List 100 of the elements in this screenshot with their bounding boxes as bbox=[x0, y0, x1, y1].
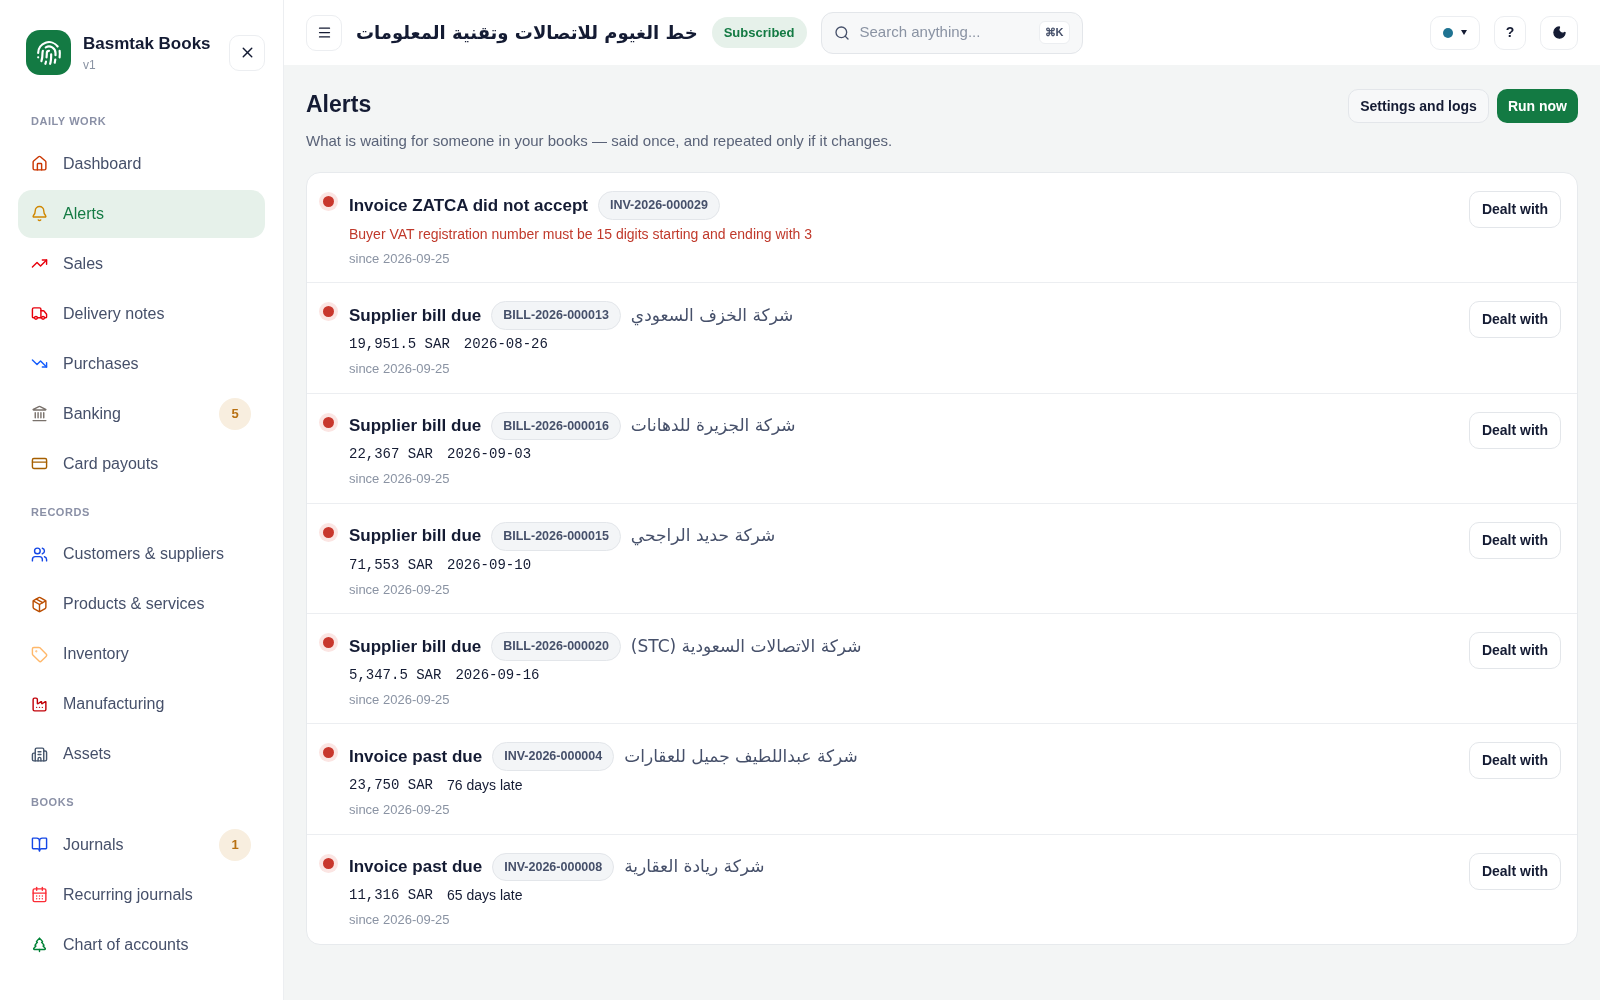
factory-icon bbox=[31, 695, 48, 713]
search-bar[interactable]: Search anything... ⌘K bbox=[820, 11, 1083, 54]
nav-item[interactable]: Chart of accounts bbox=[18, 920, 265, 969]
since-date: since 2026-09-25 bbox=[349, 249, 451, 268]
section-heading: DAILY WORK bbox=[30, 114, 108, 129]
days-late: 76 days late bbox=[447, 776, 523, 795]
alert-title: Invoice past due bbox=[349, 745, 483, 768]
app-version: v1 bbox=[83, 57, 97, 75]
alert-title: Invoice ZATCA did not accept bbox=[349, 194, 588, 217]
nav-item[interactable]: Purchases bbox=[18, 339, 265, 388]
since-date: since 2026-09-25 bbox=[349, 690, 451, 709]
due-date: 2026-09-16 bbox=[455, 665, 540, 685]
page-subtitle: What is waiting for someone in your books — said once, and repeated only if it changes. bbox=[306, 130, 894, 151]
truck-icon bbox=[31, 305, 48, 322]
alert-title: Supplier bill due bbox=[349, 635, 482, 658]
nav-item[interactable]: Card payouts bbox=[18, 439, 265, 488]
nav-item[interactable]: Banking 5 bbox=[18, 389, 265, 438]
due-date: 2026-09-03 bbox=[447, 445, 532, 465]
nav-item[interactable]: Recurring journals bbox=[18, 870, 265, 919]
amount: 11,316 SAR bbox=[349, 886, 433, 906]
amount: 5,347.5 SAR bbox=[349, 665, 442, 685]
amount: 71,553 SAR bbox=[349, 555, 433, 575]
document-number[interactable]: BILL-2026-000020 bbox=[491, 632, 621, 661]
since-date: since 2026-09-25 bbox=[349, 470, 451, 489]
count-badge: 1 bbox=[219, 828, 251, 861]
document-number[interactable]: INV-2026-000004 bbox=[492, 742, 615, 771]
company-name: خط الغيوم للاتصالات وتقنية المعلومات bbox=[356, 21, 698, 46]
nav-item[interactable]: Journals 1 bbox=[18, 820, 265, 869]
dealt-with-button[interactable]: Dealt with bbox=[1468, 632, 1561, 669]
search-icon bbox=[833, 24, 850, 41]
party-name: شركة حديد الراجحي bbox=[630, 524, 776, 548]
nav-item[interactable]: Assets bbox=[18, 730, 265, 778]
error-message: Buyer VAT registration number must be 15 digits starting and ending with 3 bbox=[349, 224, 814, 244]
dealt-with-button[interactable]: Dealt with bbox=[1468, 301, 1561, 339]
book-icon bbox=[31, 836, 48, 853]
document-number[interactable]: BILL-2026-000015 bbox=[491, 521, 621, 551]
alert-title: Supplier bill due bbox=[349, 304, 482, 327]
days-late: 65 days late bbox=[447, 886, 523, 906]
people-icon bbox=[31, 545, 48, 563]
app-name: Basmtak Books bbox=[83, 32, 212, 55]
nav-item[interactable]: Alerts bbox=[18, 189, 265, 238]
building-icon bbox=[31, 745, 48, 763]
amount: 23,750 SAR bbox=[349, 776, 433, 795]
due-date: 2026-09-10 bbox=[447, 555, 532, 575]
plan-badge: Subscribed bbox=[711, 16, 807, 49]
theme-toggle[interactable] bbox=[1540, 15, 1578, 50]
dealt-with-button[interactable]: Dealt with bbox=[1468, 411, 1561, 449]
dealt-with-button[interactable]: Dealt with bbox=[1468, 191, 1561, 228]
party-name: شركة الخزف السعودي bbox=[630, 303, 794, 328]
status-dropdown[interactable] bbox=[1430, 15, 1480, 50]
tag-icon bbox=[31, 645, 48, 663]
nav-item[interactable]: Inventory bbox=[18, 630, 265, 678]
due-date: 2026-08-26 bbox=[463, 335, 548, 354]
document-number[interactable]: INV-2026-000008 bbox=[492, 852, 615, 882]
moon-icon bbox=[1551, 25, 1567, 40]
package-icon bbox=[31, 595, 48, 613]
card-icon bbox=[31, 455, 48, 472]
amount: 19,951.5 SAR bbox=[349, 335, 450, 354]
since-date: since 2026-09-25 bbox=[349, 801, 451, 819]
shortcut-hint: ⌘K bbox=[1038, 21, 1070, 44]
nav-item[interactable]: Sales bbox=[18, 239, 265, 288]
menu-button[interactable] bbox=[306, 14, 342, 51]
tree-icon bbox=[31, 936, 48, 953]
house-icon bbox=[31, 155, 48, 172]
alert-title: Supplier bill due bbox=[349, 525, 482, 548]
calendar-icon bbox=[31, 886, 48, 903]
party-name: شركة عبداللطيف جميل للعقارات bbox=[624, 744, 858, 768]
close-button[interactable] bbox=[229, 34, 265, 71]
document-number[interactable]: BILL-2026-000016 bbox=[491, 411, 621, 441]
dealt-with-button[interactable]: Dealt with bbox=[1468, 852, 1561, 890]
help-button[interactable]: ? bbox=[1494, 15, 1526, 50]
since-date: since 2026-09-25 bbox=[349, 580, 451, 599]
count-badge: 5 bbox=[219, 397, 251, 430]
alert-title: Supplier bill due bbox=[349, 415, 482, 438]
amount: 22,367 SAR bbox=[349, 445, 433, 465]
party-name: شركة الجزيرة للدهانات bbox=[630, 414, 796, 438]
dealt-with-button[interactable]: Dealt with bbox=[1468, 521, 1561, 559]
run-button[interactable]: Run now bbox=[1496, 89, 1578, 123]
document-number[interactable]: BILL-2026-000013 bbox=[491, 301, 621, 330]
section-heading: BOOKS bbox=[30, 795, 76, 810]
alert-title: Invoice past due bbox=[349, 856, 483, 879]
party-name: شركة ريادة العقارية bbox=[624, 855, 765, 879]
fingerprint-icon bbox=[35, 39, 62, 66]
menu-icon bbox=[316, 25, 332, 40]
nav-item[interactable]: Dashboard bbox=[18, 139, 265, 188]
dealt-with-button[interactable]: Dealt with bbox=[1468, 742, 1561, 780]
bank-icon bbox=[31, 405, 48, 422]
document-number[interactable]: INV-2026-000029 bbox=[597, 191, 720, 220]
nav-item[interactable]: Delivery notes bbox=[18, 289, 265, 338]
settings-button[interactable]: Settings and logs bbox=[1348, 89, 1489, 123]
nav-item[interactable]: Customers & suppliers bbox=[18, 530, 265, 578]
since-date: since 2026-09-25 bbox=[349, 360, 451, 378]
section-heading: RECORDS bbox=[30, 504, 91, 520]
search-field[interactable]: Search anything... bbox=[859, 21, 1029, 44]
party-name: شركة الاتصالات السعودية (STC) bbox=[630, 634, 862, 658]
page-title: Alerts bbox=[306, 90, 373, 119]
nav-item[interactable]: Manufacturing bbox=[18, 680, 265, 728]
since-date: since 2026-09-25 bbox=[349, 911, 451, 930]
nav-item[interactable]: Products & services bbox=[18, 580, 265, 628]
bell-icon bbox=[31, 205, 48, 222]
